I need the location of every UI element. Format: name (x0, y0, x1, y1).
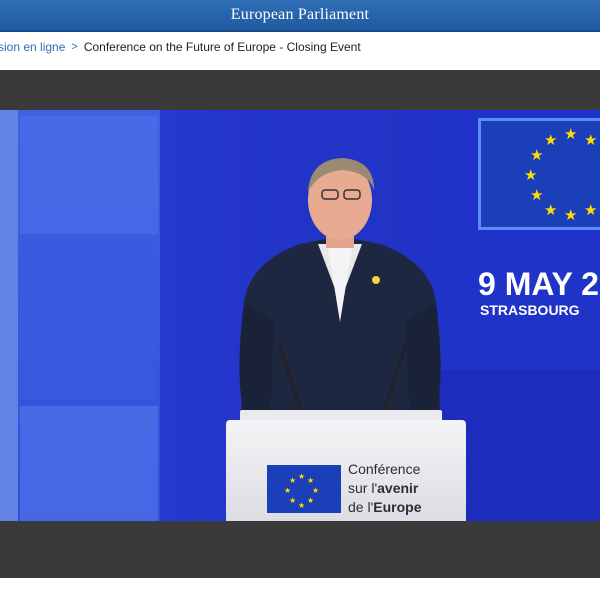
star-icon: ★ (530, 147, 544, 164)
site-title: European Parliament (230, 6, 370, 23)
site-header: European Parliament (0, 0, 600, 32)
stage-panel (20, 116, 158, 234)
star-icon: ★ (564, 126, 578, 143)
stage-panel (20, 406, 158, 521)
star-icon: ★ (584, 132, 598, 149)
star-icon: ★ (584, 202, 598, 219)
event-city: STRASBOURG (480, 302, 580, 318)
breadcrumb-chevron-icon: > (71, 41, 78, 53)
star-icon: ★ (298, 472, 306, 481)
breadcrumb: sion en ligne > Conference on the Future… (0, 36, 361, 58)
star-icon: ★ (307, 496, 315, 505)
podium-line-3: de l'Europe (348, 499, 422, 515)
star-icon: ★ (564, 207, 578, 224)
breadcrumb-current: Conference on the Future of Europe - Clo… (83, 40, 361, 54)
video-player[interactable]: ★ ★ ★ ★ ★ ★ ★ ★ ★ 9 MAY 2 STRASBOURG ★ ★… (0, 70, 600, 578)
podium-line-2: sur l'avenir (348, 480, 419, 496)
eu-flag-screen: ★ ★ ★ ★ ★ ★ ★ ★ ★ (478, 118, 600, 230)
star-icon: ★ (544, 202, 558, 219)
star-icon: ★ (524, 167, 538, 184)
podium-logo-text: Conférence sur l'avenir de l'Europe (348, 460, 421, 517)
stage-panel (0, 110, 18, 521)
eu-flag-podium: ★ ★ ★ ★ ★ ★ ★ ★ (267, 465, 341, 513)
star-icon: ★ (289, 496, 297, 505)
breadcrumb-parent-link[interactable]: sion en ligne (0, 40, 65, 54)
stage-panel (20, 240, 158, 400)
event-date: 9 MAY 2 (478, 266, 599, 302)
star-icon: ★ (544, 132, 558, 149)
star-icon: ★ (530, 187, 544, 204)
video-frame[interactable]: ★ ★ ★ ★ ★ ★ ★ ★ ★ 9 MAY 2 STRASBOURG ★ ★… (0, 110, 600, 521)
star-icon: ★ (298, 501, 306, 510)
podium: ★ ★ ★ ★ ★ ★ ★ ★ Conférence sur l'avenir … (226, 420, 466, 521)
podium-line-1: Conférence (348, 461, 421, 477)
